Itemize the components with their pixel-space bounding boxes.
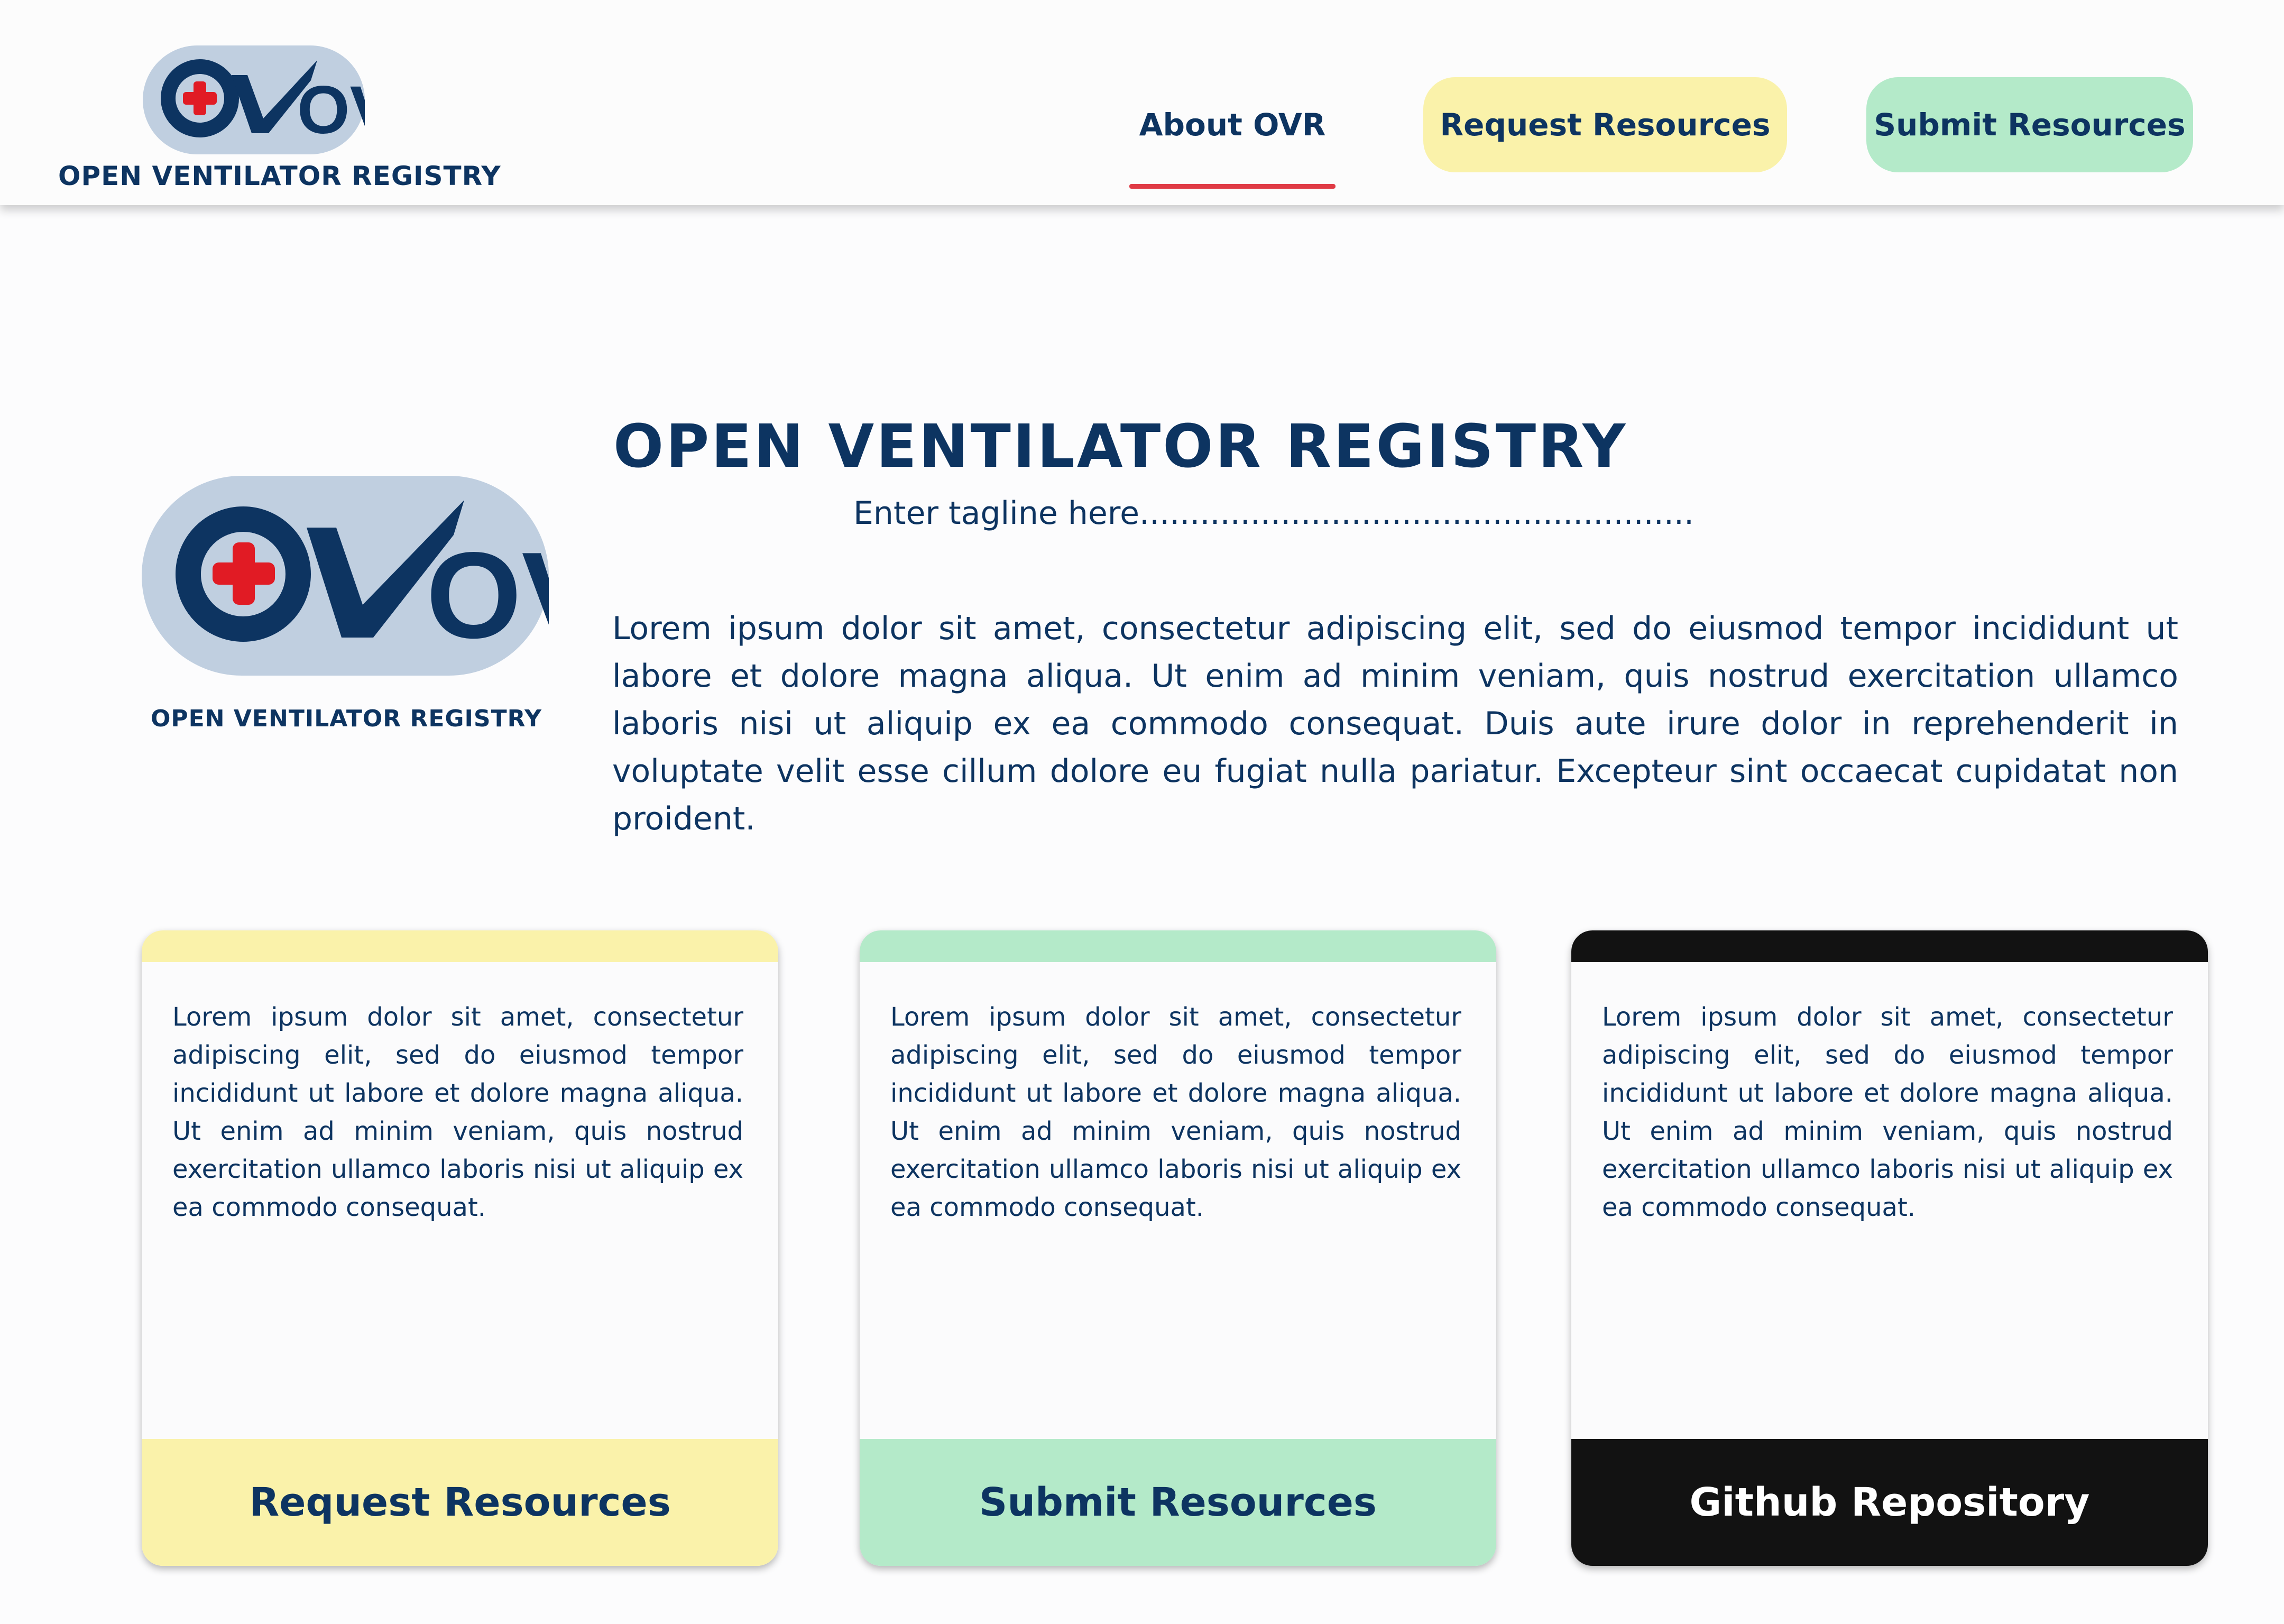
github-repository-card: Lorem ipsum dolor sit amet, consectetur … (1571, 930, 2208, 1566)
card-top-bar (860, 930, 1496, 962)
intro-paragraph: Lorem ipsum dolor sit amet, consectetur … (612, 610, 2178, 837)
nav-about-ovr[interactable]: About OVR (1129, 77, 1336, 172)
card-description: Lorem ipsum dolor sit amet, consectetur … (1602, 1002, 2173, 1222)
card-description: Lorem ipsum dolor sit amet, consectetur … (172, 1002, 743, 1222)
main-nav: About OVR Request Resources Submit Resou… (0, 77, 2284, 189)
nav-submit-resources-button[interactable]: Submit Resources (1866, 77, 2193, 172)
github-repository-button[interactable]: Github Repository (1571, 1439, 2208, 1566)
svg-text:OVR: OVR (426, 527, 549, 664)
request-resources-card: Lorem ipsum dolor sit amet, consectetur … (142, 930, 778, 1566)
card-top-bar (1571, 930, 2208, 962)
submit-resources-card: Lorem ipsum dolor sit amet, consectetur … (860, 930, 1496, 1566)
card-top-bar (142, 930, 778, 962)
tagline: Enter tagline here......................… (853, 495, 1694, 532)
hero-ovr-logo: OVR (142, 476, 549, 676)
hero-logo-caption: OPEN VENTILATOR REGISTRY (151, 705, 542, 732)
top-navbar: OVR OPEN VENTILATOR REGISTRY About OVR R… (0, 0, 2284, 205)
nav-request-resources-button[interactable]: Request Resources (1423, 77, 1787, 172)
request-resources-button[interactable]: Request Resources (142, 1439, 778, 1566)
card-description: Lorem ipsum dolor sit amet, consectetur … (890, 1002, 1461, 1222)
active-tab-underline (1129, 184, 1336, 189)
submit-resources-button[interactable]: Submit Resources (860, 1439, 1496, 1566)
page-title: OPEN VENTILATOR REGISTRY (613, 412, 1628, 481)
